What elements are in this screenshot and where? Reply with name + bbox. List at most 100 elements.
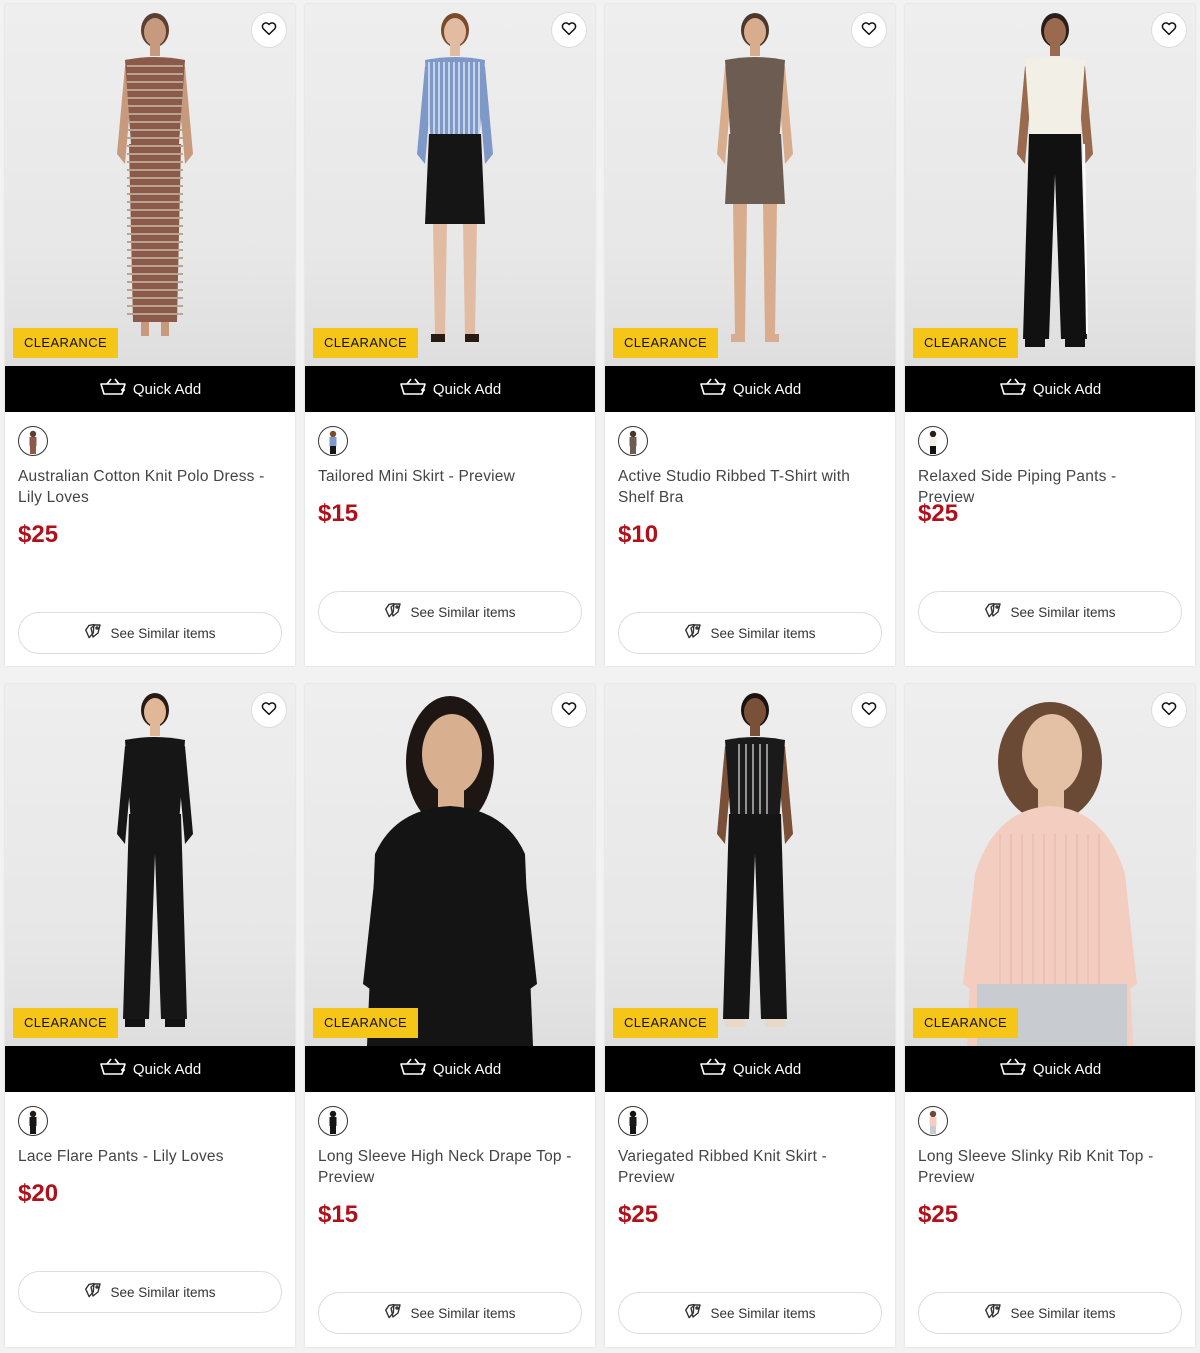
product-image[interactable]: CLEARANCE xyxy=(5,4,295,366)
product-card[interactable]: CLEARANCE Quick Add Relaxed Side Piping … xyxy=(905,4,1195,666)
quick-add-button[interactable]: Quick Add xyxy=(905,366,1195,412)
product-title[interactable]: Variegated Ribbed Knit Skirt - Preview xyxy=(618,1146,875,1188)
heart-outline-icon xyxy=(1160,699,1178,722)
heart-outline-icon xyxy=(860,19,878,42)
heart-outline-icon xyxy=(1160,19,1178,42)
product-photo[interactable] xyxy=(5,4,295,366)
product-card[interactable]: CLEARANCE Quick Add Long Sleeve Slinky R… xyxy=(905,684,1195,1347)
basket-plus-icon xyxy=(399,377,427,401)
tags-icon xyxy=(384,602,404,623)
product-photo[interactable] xyxy=(605,4,895,366)
see-similar-button[interactable]: See Similar items xyxy=(618,1292,882,1334)
see-similar-button[interactable]: See Similar items xyxy=(18,1271,282,1313)
product-title[interactable]: Long Sleeve High Neck Drape Top - Previe… xyxy=(318,1146,575,1188)
quick-add-button[interactable]: Quick Add xyxy=(605,366,895,412)
wishlist-button[interactable] xyxy=(1151,692,1187,728)
tags-icon xyxy=(984,1303,1004,1324)
product-title[interactable]: Long Sleeve Slinky Rib Knit Top - Previe… xyxy=(918,1146,1175,1188)
product-price: $25 xyxy=(918,1201,959,1228)
clearance-badge: CLEARANCE xyxy=(913,328,1019,358)
tags-icon xyxy=(384,1303,404,1324)
product-price: $10 xyxy=(618,521,659,548)
color-swatch[interactable] xyxy=(918,426,948,456)
basket-plus-icon xyxy=(399,1057,427,1081)
quick-add-button[interactable]: Quick Add xyxy=(305,366,595,412)
wishlist-button[interactable] xyxy=(851,692,887,728)
see-similar-button[interactable]: See Similar items xyxy=(318,591,582,633)
product-photo[interactable] xyxy=(605,684,895,1046)
quick-add-label: Quick Add xyxy=(1032,380,1102,398)
product-photo[interactable] xyxy=(5,684,295,1046)
product-image[interactable]: CLEARANCE xyxy=(305,684,595,1046)
see-similar-button[interactable]: See Similar items xyxy=(318,1292,582,1334)
see-similar-label: See Similar items xyxy=(710,625,816,641)
clearance-badge: CLEARANCE xyxy=(913,1008,1019,1038)
wishlist-button[interactable] xyxy=(251,692,287,728)
basket-plus-icon xyxy=(99,1057,127,1081)
product-grid: CLEARANCE Quick Add Australian Cotton Kn… xyxy=(5,4,1195,1347)
wishlist-button[interactable] xyxy=(851,12,887,48)
see-similar-label: See Similar items xyxy=(410,1305,516,1321)
product-title[interactable]: Lace Flare Pants - Lily Loves xyxy=(18,1146,275,1167)
clearance-badge: CLEARANCE xyxy=(613,1008,719,1038)
product-photo[interactable] xyxy=(905,4,1195,366)
clearance-badge: CLEARANCE xyxy=(313,328,419,358)
wishlist-button[interactable] xyxy=(551,692,587,728)
product-title[interactable]: Tailored Mini Skirt - Preview xyxy=(318,466,575,487)
product-price: $15 xyxy=(318,1201,359,1228)
product-card[interactable]: CLEARANCE Quick Add Tailored Mini Skirt … xyxy=(305,4,595,666)
quick-add-label: Quick Add xyxy=(132,1060,202,1078)
basket-plus-icon xyxy=(999,1057,1027,1081)
product-card[interactable]: CLEARANCE Quick Add Australian Cotton Kn… xyxy=(5,4,295,666)
product-image[interactable]: CLEARANCE xyxy=(305,4,595,366)
product-image[interactable]: CLEARANCE xyxy=(905,4,1195,366)
tags-icon xyxy=(684,623,704,644)
see-similar-label: See Similar items xyxy=(710,1305,816,1321)
color-swatch[interactable] xyxy=(918,1106,948,1136)
color-swatch[interactable] xyxy=(618,1106,648,1136)
product-image[interactable]: CLEARANCE xyxy=(605,684,895,1046)
product-price: $25 xyxy=(918,500,959,527)
tags-icon xyxy=(984,602,1004,623)
product-image[interactable]: CLEARANCE xyxy=(5,684,295,1046)
product-title[interactable]: Active Studio Ribbed T-Shirt with Shelf … xyxy=(618,466,875,508)
heart-outline-icon xyxy=(260,699,278,722)
product-card[interactable]: CLEARANCE Quick Add Active Studio Ribbed… xyxy=(605,4,895,666)
product-image[interactable]: CLEARANCE xyxy=(905,684,1195,1046)
wishlist-button[interactable] xyxy=(1151,12,1187,48)
quick-add-label: Quick Add xyxy=(432,380,502,398)
heart-outline-icon xyxy=(560,699,578,722)
quick-add-label: Quick Add xyxy=(732,380,802,398)
product-image[interactable]: CLEARANCE xyxy=(605,4,895,366)
wishlist-button[interactable] xyxy=(551,12,587,48)
wishlist-button[interactable] xyxy=(251,12,287,48)
quick-add-button[interactable]: Quick Add xyxy=(605,1046,895,1092)
quick-add-button[interactable]: Quick Add xyxy=(305,1046,595,1092)
product-photo[interactable] xyxy=(305,684,595,1046)
product-card[interactable]: CLEARANCE Quick Add Lace Flare Pants - L… xyxy=(5,684,295,1347)
basket-plus-icon xyxy=(99,377,127,401)
see-similar-button[interactable]: See Similar items xyxy=(18,612,282,654)
color-swatch[interactable] xyxy=(18,1106,48,1136)
see-similar-button[interactable]: See Similar items xyxy=(918,1292,1182,1334)
product-photo[interactable] xyxy=(905,684,1195,1046)
heart-outline-icon xyxy=(560,19,578,42)
clearance-badge: CLEARANCE xyxy=(613,328,719,358)
color-swatch[interactable] xyxy=(18,426,48,456)
see-similar-label: See Similar items xyxy=(410,604,516,620)
heart-outline-icon xyxy=(260,19,278,42)
quick-add-button[interactable]: Quick Add xyxy=(5,366,295,412)
product-photo[interactable] xyxy=(305,4,595,366)
see-similar-button[interactable]: See Similar items xyxy=(918,591,1182,633)
product-card[interactable]: CLEARANCE Quick Add Long Sleeve High Nec… xyxy=(305,684,595,1347)
product-title[interactable]: Australian Cotton Knit Polo Dress - Lily… xyxy=(18,466,275,508)
quick-add-label: Quick Add xyxy=(732,1060,802,1078)
quick-add-button[interactable]: Quick Add xyxy=(5,1046,295,1092)
basket-plus-icon xyxy=(699,377,727,401)
color-swatch[interactable] xyxy=(318,426,348,456)
see-similar-button[interactable]: See Similar items xyxy=(618,612,882,654)
color-swatch[interactable] xyxy=(618,426,648,456)
color-swatch[interactable] xyxy=(318,1106,348,1136)
product-card[interactable]: CLEARANCE Quick Add Variegated Ribbed Kn… xyxy=(605,684,895,1347)
quick-add-button[interactable]: Quick Add xyxy=(905,1046,1195,1092)
